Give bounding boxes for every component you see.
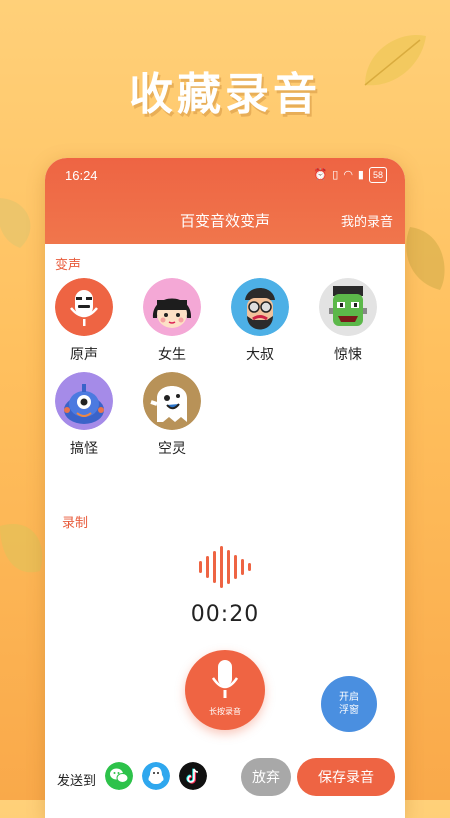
monster-icon [319, 278, 377, 336]
alarm-icon: ⏰ [313, 169, 328, 181]
voice-option-uncle[interactable]: 大叔 [229, 278, 291, 364]
battery-icon: 58 [368, 167, 387, 183]
send-to-label: 发送到 [57, 773, 97, 788]
record-timer: 00:20 [190, 602, 260, 627]
signal-icon: ▮ [357, 169, 364, 181]
voice-option-ghost[interactable]: 空灵 [141, 372, 203, 458]
float-button-line2: 浮窗 [339, 705, 359, 716]
voice-label: 女生 [158, 346, 186, 362]
record-button-label: 长按录音 [209, 707, 241, 716]
phone-screen: 16:24 ⏰ ▯ ◠ ▮ 58 百变音效变声 我的录音 变声 原声 女生 大叔… [45, 158, 405, 818]
my-recordings-link[interactable]: 我的录音 [341, 211, 393, 230]
girl-icon [143, 278, 201, 336]
status-icons: ⏰ ▯ ◠ ▮ 58 [314, 167, 387, 183]
app-header: 16:24 ⏰ ▯ ◠ ▮ 58 百变音效变声 我的录音 [45, 158, 405, 244]
voice-label: 空灵 [158, 440, 186, 456]
wifi-icon: ◠ [343, 169, 353, 181]
voice-option-girl[interactable]: 女生 [141, 278, 203, 364]
voice-label: 搞怪 [70, 440, 98, 456]
microphone-face-icon [55, 278, 113, 336]
hold-to-record-button[interactable]: 长按录音 [185, 650, 265, 730]
wechat-icon[interactable] [105, 762, 133, 790]
record-section-label: 录制 [62, 515, 89, 530]
voice-label: 大叔 [246, 346, 274, 362]
abandon-button[interactable]: 放弃 [241, 758, 291, 796]
voice-section-label: 变声 [55, 257, 82, 272]
status-time: 16:24 [65, 168, 98, 183]
floating-window-button[interactable]: 开启 浮窗 [321, 676, 377, 732]
qq-icon[interactable] [142, 762, 170, 790]
save-recording-button[interactable]: 保存录音 [297, 758, 395, 796]
microphone-icon [212, 660, 238, 698]
bottom-bar: 发送到 放弃 保存录音 [45, 756, 405, 802]
vibrate-icon: ▯ [332, 169, 339, 181]
voice-option-monster[interactable]: 惊悚 [317, 278, 379, 364]
alien-icon [55, 372, 113, 430]
leaf-decoration-icon [0, 524, 43, 573]
voice-option-original[interactable]: 原声 [53, 278, 115, 364]
tiktok-icon[interactable] [179, 762, 207, 790]
leaf-decoration-icon [0, 198, 31, 248]
voice-option-alien[interactable]: 搞怪 [53, 372, 115, 458]
voice-label: 原声 [70, 346, 98, 362]
ghost-icon [143, 372, 201, 430]
voice-label: 惊悚 [334, 346, 362, 362]
leaf-decoration-icon [406, 227, 445, 290]
promo-title: 收藏录音 [129, 70, 321, 119]
uncle-icon [231, 278, 289, 336]
waveform-icon [199, 546, 251, 588]
float-button-line1: 开启 [339, 692, 359, 703]
